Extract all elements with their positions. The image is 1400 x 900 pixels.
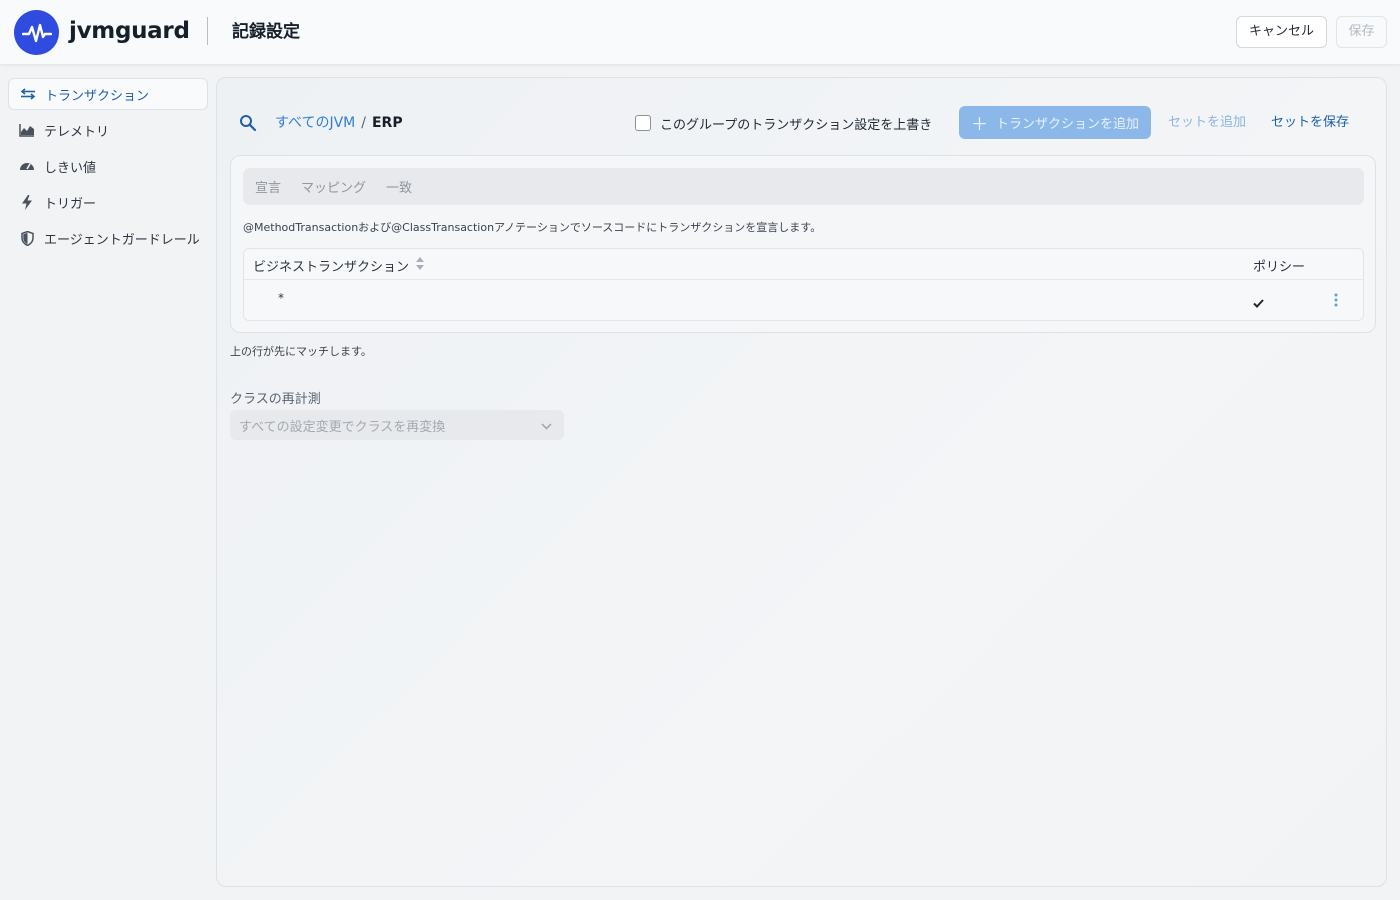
breadcrumb-separator: / [361,115,366,131]
sidebar-item-telemetry[interactable]: テレメトリ [8,114,208,146]
sidebar-item-agent-guardrails[interactable]: エージェントガードレール [8,222,208,254]
transactions-card: 宣言 マッピング 一致 @MethodTransactionおよび@ClassT… [230,155,1376,333]
sidebar-item-label: トリガー [44,196,97,212]
sidebar-item-transactions[interactable]: トランザクション [8,78,208,110]
column-header-policy: ポリシー [1253,260,1306,275]
cancel-button[interactable]: キャンセル [1236,16,1327,48]
transactions-icon [19,85,37,103]
sidebar-item-label: エージェントガードレール [44,232,200,248]
reinstrumentation-select[interactable]: すべての設定変更でクラスを再変換 [230,410,564,440]
shield-icon [18,229,36,247]
breadcrumb: すべてのJVM / ERP [275,112,403,134]
main-panel: すべてのJVM / ERP このグループのトランザクション設定を上書き ＋ トランザ… [216,77,1387,887]
add-set-link[interactable]: セットを追加 [1168,112,1246,134]
sidebar-item-label: トランザクション [45,88,150,104]
lightning-icon [18,193,36,211]
add-transaction-label: トランザクションを追加 [995,116,1139,131]
sort-icon[interactable] [416,257,425,274]
checkmark-icon [1253,293,1264,312]
transaction-name-cell: * [278,291,284,305]
chevron-down-icon [541,419,552,434]
add-transaction-button[interactable]: ＋ トランザクションを追加 [959,106,1151,139]
tab-bar: 宣言 マッピング 一致 [243,168,1364,205]
breadcrumb-current: ERP [371,115,403,131]
tab-match[interactable]: 一致 [386,177,412,196]
header-divider [207,17,208,45]
reinstrumentation-label: クラスの再計測 [230,392,321,407]
tab-description: @MethodTransactionおよび@ClassTransactionアノ… [243,221,822,234]
tab-mapping[interactable]: マッピング [301,177,366,196]
override-checkbox[interactable] [635,115,651,131]
table-header-row: ビジネストランザクション ポリシー [244,249,1363,280]
sidebar-item-thresholds[interactable]: しきい値 [8,150,208,182]
reinstrumentation-selected-value: すべての設定変更でクラスを再変換 [239,419,446,435]
telemetry-chart-icon [18,121,36,139]
page-title: 記録設定 [232,22,300,42]
override-group-settings[interactable]: このグループのトランザクション設定を上書き [635,113,932,133]
save-button[interactable]: 保存 [1336,16,1387,48]
column-header-business-transaction[interactable]: ビジネストランザクション [253,256,425,275]
sidebar: トランザクション テレメトリ しきい値 トリガー エージェントガードレール [8,78,208,258]
search-icon[interactable] [239,114,257,132]
override-label: このグループのトランザクション設定を上書き [660,117,933,133]
column-header-label: ビジネストランザクション [253,260,410,275]
match-order-hint: 上の行が先にマッチします。 [230,345,372,358]
logo-icon [14,10,59,55]
more-options-icon[interactable] [1333,292,1339,308]
brand-name: jvmguard [69,18,190,44]
tab-declaration[interactable]: 宣言 [255,177,281,196]
transactions-table: ビジネストランザクション ポリシー * [243,248,1364,321]
app-header: jvmguard 記録設定 キャンセル 保存 [0,0,1400,64]
sidebar-item-triggers[interactable]: トリガー [8,186,208,218]
plus-icon: ＋ [970,115,988,134]
sidebar-item-label: しきい値 [44,160,97,176]
save-set-link[interactable]: セットを保存 [1271,112,1349,134]
gauge-icon [18,157,36,175]
sidebar-item-label: テレメトリ [44,124,110,140]
breadcrumb-link-all-jvms[interactable]: すべてのJVM [275,115,355,131]
